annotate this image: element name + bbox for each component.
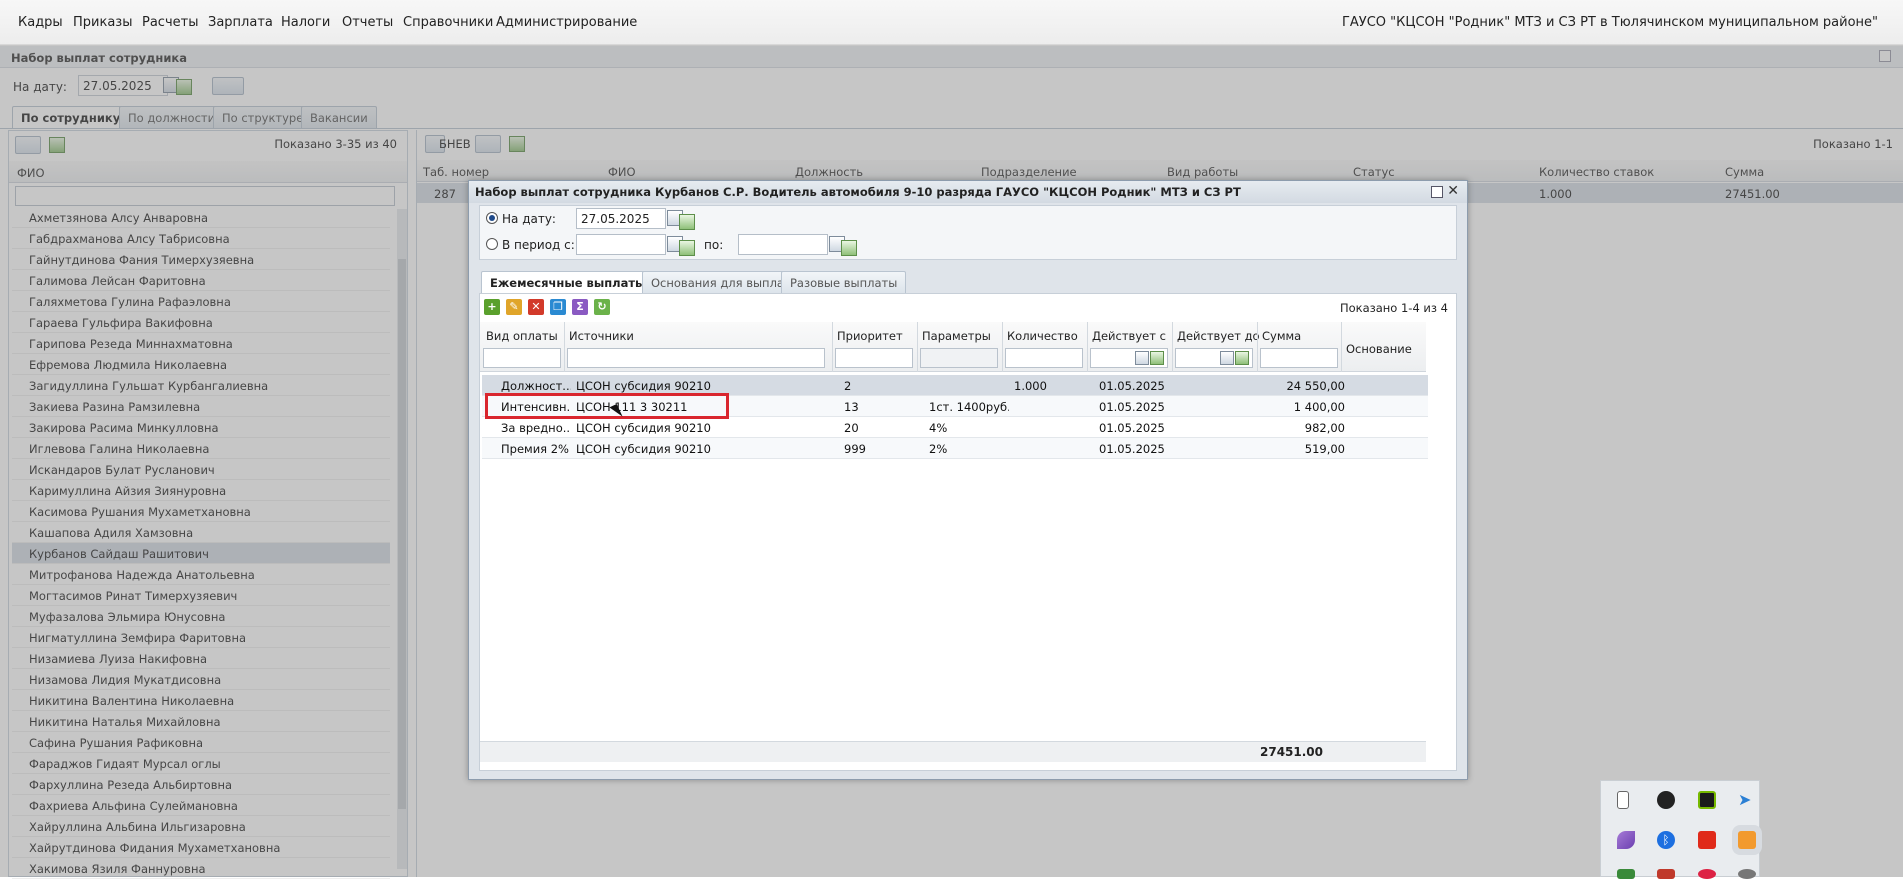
sum-cell: 24 550,00 [1286, 379, 1345, 393]
parameters-cell: 2% [929, 442, 948, 456]
valid-from-cell: 01.05.2025 [1099, 421, 1165, 435]
source-cell: ЦСОН субсидия 90210 [576, 442, 711, 456]
parameters-cell: 1ст. 1400руб. [929, 400, 1009, 414]
menu-otchety[interactable]: Отчеты [342, 15, 393, 30]
menu-nalogi[interactable]: Налоги [281, 15, 330, 30]
col-basis[interactable]: Основание [1346, 342, 1412, 356]
col-payment-type[interactable]: Вид оплаты [486, 329, 558, 343]
source-cell: ЦСОН субсидия 90210 [576, 421, 711, 435]
quantity-filter[interactable] [1005, 348, 1083, 368]
menu-kadry[interactable]: Кадры [18, 15, 63, 30]
priority-cell: 13 [844, 400, 859, 414]
on-date-radio[interactable] [486, 212, 498, 224]
sum-cell: 519,00 [1304, 442, 1345, 456]
total-sum: 27451.00 [1260, 745, 1324, 759]
valid-from-cell: 01.05.2025 [1099, 400, 1165, 414]
calendar-icon[interactable] [1135, 351, 1149, 365]
tab-one-time-payments[interactable]: Разовые выплаты [781, 271, 907, 293]
edit-icon[interactable]: ✎ [506, 299, 522, 315]
app-tray-icon[interactable] [1738, 831, 1756, 849]
calendar-icon[interactable] [1220, 351, 1234, 365]
payment-type-filter[interactable] [483, 348, 561, 368]
delete-icon[interactable]: ✕ [528, 299, 544, 315]
valid-from-cell: 01.05.2025 [1099, 442, 1165, 456]
parameters-cell: 4% [929, 421, 948, 435]
anydesk-icon[interactable] [1698, 831, 1716, 849]
monthly-payments-grid: + ✎ ✕ ❐ Σ ↻ Показано 1-4 из 4 Вид оплаты… [479, 293, 1457, 771]
security-shield-icon[interactable] [1657, 791, 1675, 809]
employee-payments-dialog: Набор выплат сотрудника Курбанов С.Р. Во… [468, 180, 1468, 780]
priority-cell: 20 [844, 421, 859, 435]
tab-payment-bases[interactable]: Основания для выплат [642, 271, 800, 293]
menu-prikazy[interactable]: Приказы [73, 15, 132, 30]
dialog-grid-header: Вид оплаты Источники Приоритет Параметры… [480, 322, 1426, 372]
period-radio[interactable] [486, 238, 498, 250]
system-tray-popup: ➤ ᛒ [1600, 780, 1760, 879]
period-label: В период с: [502, 238, 575, 252]
priority-cell: 2 [844, 379, 852, 393]
nvidia-icon[interactable] [1698, 791, 1716, 809]
period-to-input[interactable] [738, 234, 828, 255]
dialog-shown-count: Показано 1-4 из 4 [1339, 301, 1448, 315]
payment-type-cell: За вредно... [501, 421, 571, 435]
dialog-title: Набор выплат сотрудника Курбанов С.Р. Во… [469, 181, 1467, 203]
period-from-input[interactable] [576, 234, 666, 255]
date-apply-icon[interactable] [1150, 351, 1164, 365]
maximize-icon[interactable] [1431, 186, 1443, 198]
menu-zarplata[interactable]: Зарплата [208, 15, 273, 30]
tab-monthly-payments[interactable]: Ежемесячные выплаты [481, 271, 655, 293]
highlight-box [485, 393, 729, 419]
sum-icon[interactable]: Σ [572, 299, 588, 315]
priority-filter[interactable] [835, 348, 913, 368]
date-options: На дату: 27.05.2025 В период с: по: [479, 205, 1457, 260]
add-icon[interactable]: + [484, 299, 500, 315]
totals-row: 27451.00 [480, 741, 1426, 762]
table-row[interactable]: За вредно... ЦСОН субсидия 90210 20 4% 01.05… [482, 417, 1428, 438]
col-valid-to[interactable]: Действует до [1177, 329, 1260, 343]
period-to-label: по: [704, 238, 724, 252]
table-row[interactable]: Премия 2% ЦСОН субсидия 90210 999 2% 01.05.2… [482, 438, 1428, 459]
tray-icon[interactable] [1738, 869, 1756, 879]
sources-filter[interactable] [567, 348, 825, 368]
date-apply-icon[interactable] [679, 240, 695, 256]
organization-name: ГАУСО "КЦСОН "Родник" МТЗ и СЗ РТ в Тюля… [1341, 15, 1878, 30]
refresh-icon[interactable]: ↻ [594, 299, 610, 315]
col-sources[interactable]: Источники [569, 329, 634, 343]
menu-administrirovanie[interactable]: Администрирование [496, 15, 637, 30]
menu-raschety[interactable]: Расчеты [142, 15, 198, 30]
valid-from-cell: 01.05.2025 [1099, 379, 1165, 393]
feather-icon[interactable] [1617, 831, 1635, 849]
on-date-label: На дату: [502, 212, 556, 226]
copy-icon[interactable]: ❐ [550, 299, 566, 315]
date-apply-icon[interactable] [841, 240, 857, 256]
on-date-input[interactable]: 27.05.2025 [576, 208, 666, 229]
tray-icon[interactable] [1698, 869, 1716, 879]
col-sum[interactable]: Сумма [1262, 329, 1301, 343]
source-cell: ЦСОН субсидия 90210 [576, 379, 711, 393]
col-parameters[interactable]: Параметры [922, 329, 991, 343]
close-icon[interactable]: ✕ [1447, 184, 1459, 198]
col-valid-from[interactable]: Действует с [1092, 329, 1166, 343]
date-apply-icon[interactable] [679, 214, 695, 230]
telegram-icon[interactable]: ➤ [1738, 791, 1756, 809]
parameters-filter[interactable] [920, 348, 998, 368]
payment-type-cell: Премия 2% [501, 442, 569, 456]
bluetooth-icon[interactable]: ᛒ [1657, 831, 1675, 849]
date-apply-icon[interactable] [1235, 351, 1249, 365]
col-priority[interactable]: Приоритет [837, 329, 903, 343]
usb-icon[interactable] [1617, 791, 1629, 809]
quantity-cell: 1.000 [1014, 379, 1047, 393]
payment-type-cell: Должност... [501, 379, 571, 393]
priority-cell: 999 [844, 442, 866, 456]
sum-filter[interactable] [1260, 348, 1338, 368]
sum-cell: 1 400,00 [1293, 400, 1345, 414]
tray-icon[interactable] [1657, 869, 1675, 879]
tray-icon[interactable] [1617, 869, 1635, 879]
menu-spravochniki[interactable]: Справочники [403, 15, 493, 30]
top-menu-bar: Кадры Приказы Расчеты Зарплата Налоги От… [0, 0, 1903, 45]
sum-cell: 982,00 [1304, 421, 1345, 435]
